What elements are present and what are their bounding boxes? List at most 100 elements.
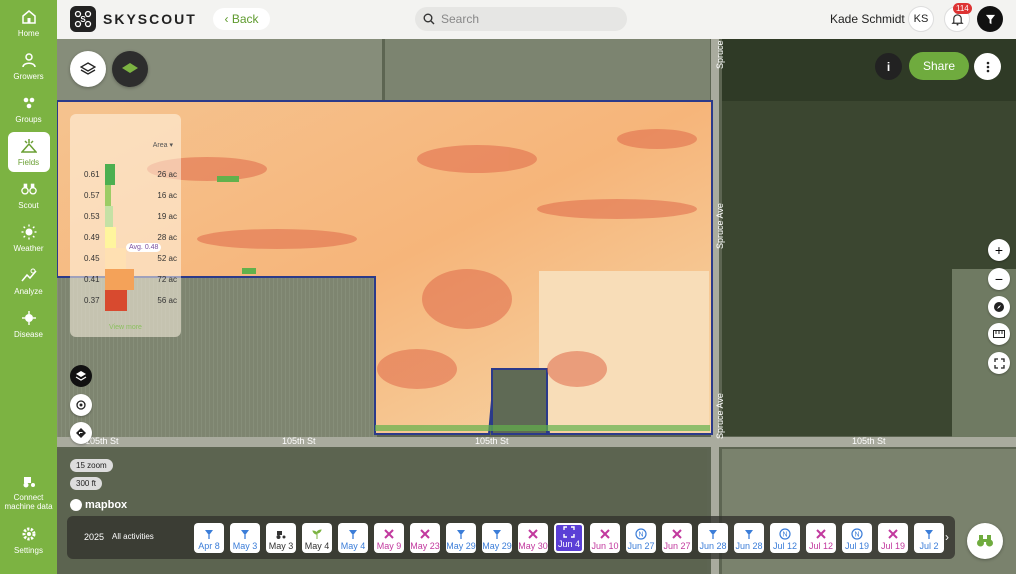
timeline-chip[interactable]: May 3 bbox=[230, 523, 260, 553]
directions-icon bbox=[76, 428, 86, 438]
plus-icon: + bbox=[994, 242, 1004, 258]
drone-icon bbox=[743, 528, 755, 540]
share-button[interactable]: Share bbox=[909, 52, 969, 80]
layers-button[interactable] bbox=[70, 51, 106, 87]
filter-button[interactable] bbox=[977, 6, 1003, 32]
search-input[interactable] bbox=[441, 12, 611, 26]
timeline-chip-label: May 3 bbox=[232, 541, 258, 551]
more-options-button[interactable] bbox=[974, 53, 1001, 80]
timeline-chip[interactable]: May 30 bbox=[518, 523, 548, 553]
drone-icon bbox=[707, 528, 719, 540]
basemap-button[interactable] bbox=[112, 51, 148, 87]
timeline-year[interactable]: 2025 bbox=[84, 532, 104, 542]
drone-icon bbox=[347, 528, 359, 540]
compass-button[interactable] bbox=[988, 296, 1010, 318]
sidebar-item-fields[interactable]: Fields bbox=[7, 132, 50, 172]
sidebar-item-label: Fields bbox=[17, 158, 40, 167]
street-label: 105th St bbox=[282, 436, 316, 446]
expand-icon bbox=[563, 526, 575, 538]
notification-badge: 114 bbox=[953, 3, 972, 14]
legend-row: 0.61 26 ac bbox=[70, 164, 181, 185]
search-box[interactable] bbox=[415, 7, 627, 31]
timeline-chip[interactable]: N Jul 12 bbox=[770, 523, 800, 553]
app-root: Home Growers Groups Fields Scout Weather Analy… bbox=[0, 0, 1016, 574]
user-avatar[interactable]: KS bbox=[908, 6, 934, 32]
legend-value: 0.57 bbox=[84, 191, 100, 200]
sidebar-item-groups[interactable]: Groups bbox=[4, 89, 54, 129]
timeline-filter[interactable]: All activities bbox=[112, 532, 154, 541]
timeline-chip[interactable]: May 9 bbox=[374, 523, 404, 553]
legend-value: 0.61 bbox=[84, 170, 100, 179]
drone-icon bbox=[203, 528, 215, 540]
measure-button[interactable] bbox=[988, 323, 1010, 345]
timeline-chip[interactable]: Jun 10 bbox=[590, 523, 620, 553]
timeline-chip[interactable]: May 29 bbox=[482, 523, 512, 553]
legend-view-more-link[interactable]: View more bbox=[70, 324, 181, 331]
sidebar: Home Growers Groups Fields Scout Weather Analy… bbox=[0, 0, 57, 574]
timeline-chip[interactable]: May 23 bbox=[410, 523, 440, 553]
sidebar-item-growers[interactable]: Growers bbox=[4, 46, 54, 86]
timeline-chip[interactable]: N Jun 27 bbox=[626, 523, 656, 553]
info-button[interactable]: i bbox=[875, 53, 902, 80]
back-button[interactable]: ‹ Back bbox=[213, 8, 270, 30]
field-icon bbox=[20, 137, 38, 155]
timeline-chip-label: Jun 27 bbox=[627, 541, 655, 551]
legend-value: 0.41 bbox=[84, 275, 100, 284]
timeline-chip[interactable]: N Jul 19 bbox=[842, 523, 872, 553]
mapbox-icon bbox=[70, 499, 82, 511]
timeline-chip[interactable]: May 4 bbox=[338, 523, 368, 553]
timeline-chip[interactable]: Jun 28 bbox=[734, 523, 764, 553]
crosshair-icon bbox=[76, 400, 86, 410]
legend-bar bbox=[105, 290, 127, 311]
sidebar-item-scout[interactable]: Scout bbox=[4, 175, 54, 215]
ruler-icon bbox=[993, 330, 1005, 338]
timeline-chip[interactable]: Jul 12 bbox=[806, 523, 836, 553]
sidebar-item-home[interactable]: Home bbox=[4, 3, 54, 43]
directions-button[interactable] bbox=[70, 422, 92, 444]
zoom-in-button[interactable]: + bbox=[988, 239, 1010, 261]
timeline-chip[interactable]: Jul 19 bbox=[878, 523, 908, 553]
timeline-chip[interactable]: Jul 2 bbox=[914, 523, 944, 553]
timeline-chip-label: May 29 bbox=[446, 541, 476, 551]
map-view[interactable]: 105th St 105th St 105th St 105th St Spru… bbox=[57, 39, 1016, 574]
locate-button[interactable] bbox=[70, 394, 92, 416]
binoculars-icon bbox=[977, 535, 993, 547]
timeline-chip[interactable]: Jun 4 bbox=[554, 523, 584, 553]
layer-toggle-button[interactable] bbox=[70, 365, 92, 387]
cross-icon bbox=[671, 528, 683, 540]
timeline-chip[interactable]: May 3 bbox=[266, 523, 296, 553]
sidebar-item-connect-machine-data[interactable]: Connect machine data bbox=[4, 465, 54, 517]
timeline-chip[interactable]: May 4 bbox=[302, 523, 332, 553]
zoom-out-button[interactable]: − bbox=[988, 268, 1010, 290]
chevron-right-icon[interactable]: › bbox=[945, 530, 949, 544]
top-header: S SKYSCOUT ‹ Back Kade Schmidt KS 114 bbox=[57, 0, 1016, 39]
app-logo[interactable]: S SKYSCOUT bbox=[70, 6, 197, 32]
timeline-chip-label: May 29 bbox=[482, 541, 512, 551]
sidebar-item-disease[interactable]: Disease bbox=[4, 304, 54, 344]
satellite-map: 105th St 105th St 105th St 105th St Spru… bbox=[57, 39, 1016, 574]
fullscreen-button[interactable] bbox=[988, 352, 1010, 374]
mapbox-attribution[interactable]: mapbox bbox=[70, 499, 127, 511]
legend-bar bbox=[105, 185, 111, 206]
sidebar-item-weather[interactable]: Weather bbox=[4, 218, 54, 258]
svg-text:N: N bbox=[638, 532, 643, 539]
legend-row: 0.53 19 ac bbox=[70, 206, 181, 227]
timeline-chip[interactable]: May 29 bbox=[446, 523, 476, 553]
sidebar-item-label: Groups bbox=[15, 115, 42, 124]
timeline-chip[interactable]: Jun 27 bbox=[662, 523, 692, 553]
legend-value: 0.37 bbox=[84, 296, 100, 305]
legend-area: 52 ac bbox=[157, 254, 177, 263]
street-label: Spruce Ave bbox=[715, 39, 725, 69]
timeline-chip-label: Jun 28 bbox=[735, 541, 763, 551]
more-vertical-icon bbox=[986, 61, 989, 72]
timeline-chip[interactable]: Jun 28 bbox=[698, 523, 728, 553]
timeline-chip[interactable]: Apr 8 bbox=[194, 523, 224, 553]
n-icon: N bbox=[779, 528, 791, 540]
legend-sort-dropdown[interactable]: Area ▾ bbox=[153, 141, 173, 149]
scout-fab-button[interactable] bbox=[967, 523, 1003, 559]
sidebar-item-analyze[interactable]: Analyze bbox=[4, 261, 54, 301]
svg-text:N: N bbox=[782, 532, 787, 539]
svg-text:N: N bbox=[854, 532, 859, 539]
sidebar-item-settings[interactable]: Settings bbox=[4, 520, 54, 560]
timeline-chip-label: May 4 bbox=[304, 541, 330, 551]
